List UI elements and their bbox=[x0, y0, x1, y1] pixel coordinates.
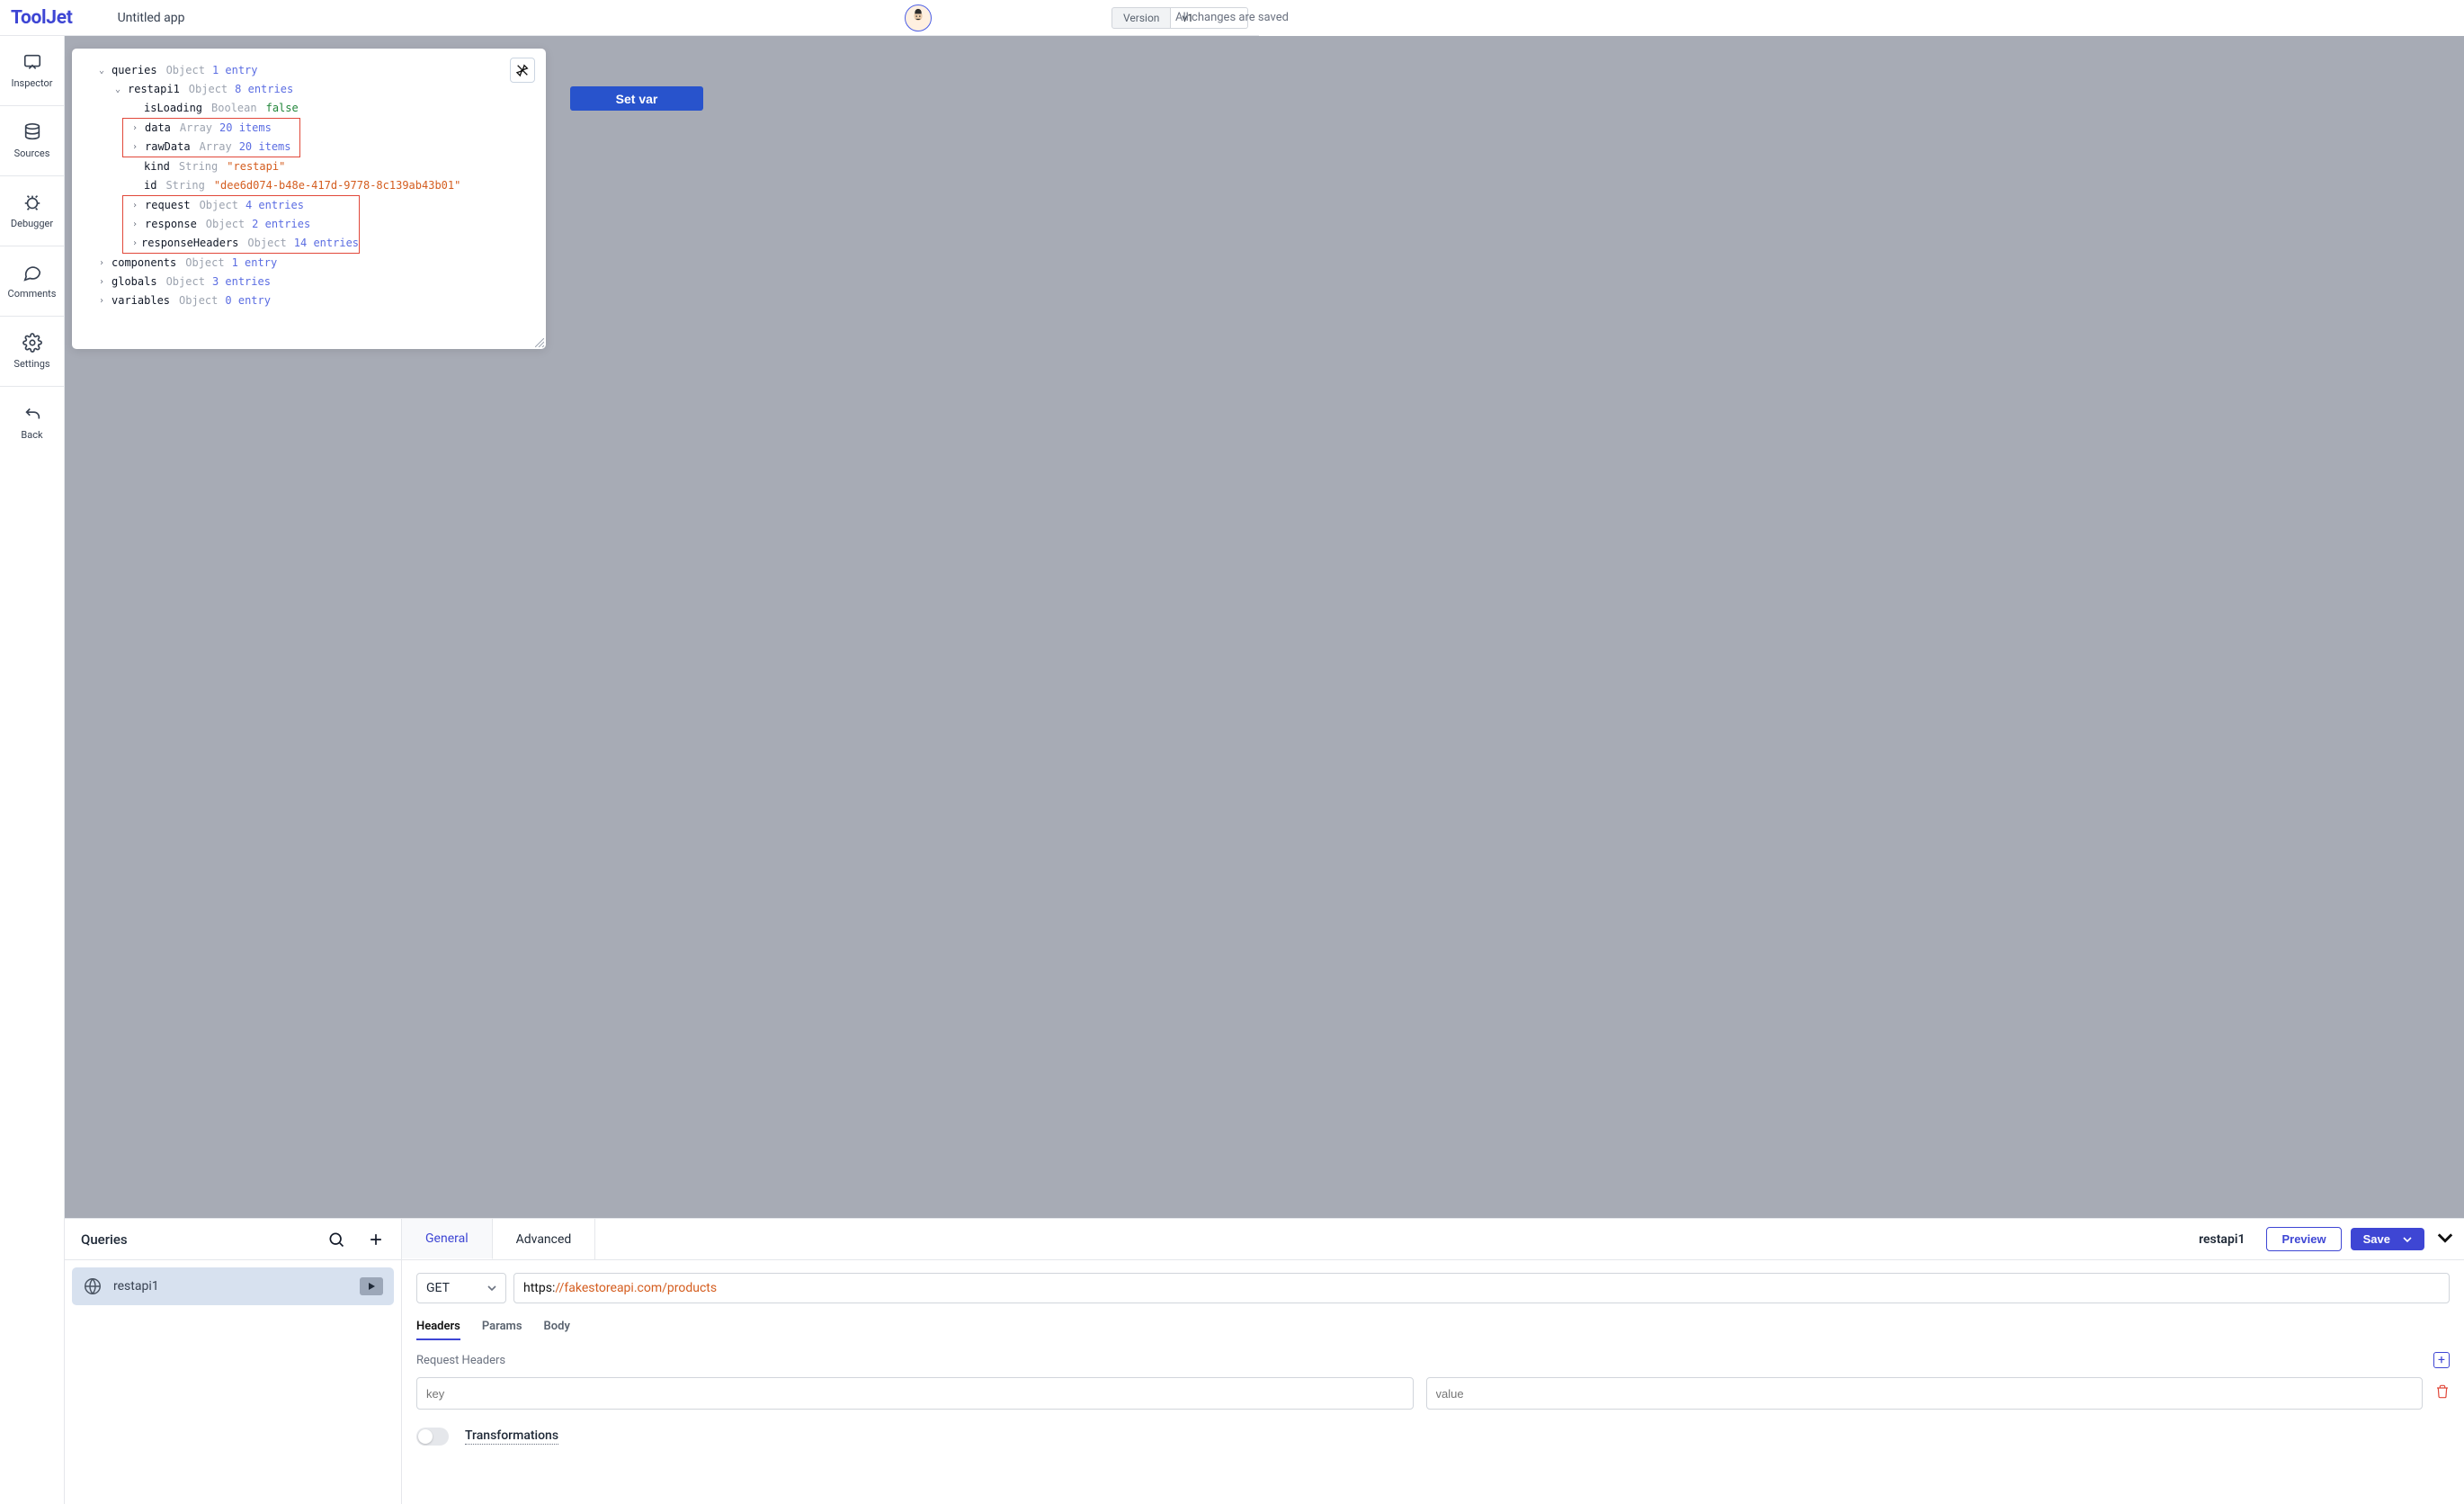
query-editor-tabs: General Advanced restapi1 Preview Save bbox=[402, 1219, 2464, 1260]
unpin-button[interactable] bbox=[510, 58, 535, 83]
url-rest: //fakestoreapi.com/products bbox=[555, 1281, 717, 1295]
delete-header-button[interactable] bbox=[2435, 1384, 2450, 1402]
request-headers-label: Request Headers bbox=[416, 1354, 505, 1367]
rail-comments[interactable]: Comments bbox=[0, 246, 64, 317]
request-subtabs: Headers Params Body bbox=[416, 1320, 2450, 1341]
add-header-button[interactable]: + bbox=[2433, 1352, 2450, 1368]
canvas[interactable]: Set var ⌄ queries Object 1 entry ⌄ resta… bbox=[65, 36, 2464, 1504]
logo: ToolJet bbox=[11, 7, 73, 29]
save-button[interactable]: Save bbox=[2351, 1228, 2424, 1250]
tab-advanced[interactable]: Advanced bbox=[493, 1219, 596, 1259]
tree-restapi1[interactable]: ⌄ restapi1 Object 8 entries bbox=[83, 80, 535, 99]
tree-responseheaders[interactable]: › responseHeaders Object 14 entries bbox=[123, 234, 359, 253]
query-name[interactable]: restapi1 bbox=[2199, 1232, 2245, 1247]
http-method-select[interactable]: GET bbox=[416, 1273, 506, 1303]
query-item-name: restapi1 bbox=[113, 1279, 159, 1294]
caret-down-icon[interactable]: ⌄ bbox=[99, 61, 108, 80]
tree-variables[interactable]: › variables Object 0 entry bbox=[83, 291, 535, 310]
header-key-input[interactable] bbox=[416, 1377, 1414, 1410]
inspector-icon bbox=[22, 52, 42, 72]
caret-down-icon[interactable]: ⌄ bbox=[115, 80, 124, 99]
tree-id[interactable]: id String "dee6d074-b48e-417d-9778-8c139… bbox=[83, 176, 535, 195]
caret-right-icon[interactable]: › bbox=[132, 138, 141, 157]
tree-kind[interactable]: kind String "restapi" bbox=[83, 157, 535, 176]
set-var-button[interactable]: Set var bbox=[570, 86, 703, 111]
app-header: ToolJet Untitled app All changes are sav… bbox=[0, 0, 1259, 36]
queries-panel: Queries restapi1 General Advanced bbox=[65, 1218, 2464, 1504]
rail-inspector[interactable]: Inspector bbox=[0, 36, 64, 106]
caret-right-icon[interactable]: › bbox=[132, 234, 138, 253]
chevron-down-icon bbox=[2437, 1230, 2453, 1246]
highlight-req: › request Object 4 entries › response Ob… bbox=[122, 195, 360, 254]
rail-comments-label: Comments bbox=[8, 288, 57, 300]
left-rail: Inspector Sources Debugger Comments Sett… bbox=[0, 36, 65, 1504]
header-value-input[interactable] bbox=[1426, 1377, 2424, 1410]
queries-sidebar: Queries restapi1 bbox=[65, 1219, 402, 1504]
caret-right-icon[interactable]: › bbox=[99, 273, 108, 291]
rail-inspector-label: Inspector bbox=[11, 77, 52, 89]
caret-right-icon[interactable]: › bbox=[99, 291, 108, 310]
header-kv-row bbox=[416, 1377, 2450, 1410]
caret-right-icon[interactable]: › bbox=[132, 119, 141, 138]
subtab-body[interactable]: Body bbox=[544, 1320, 570, 1340]
gear-icon bbox=[22, 333, 42, 353]
rail-debugger-label: Debugger bbox=[11, 218, 53, 229]
save-status: All changes are saved bbox=[1175, 11, 1289, 24]
tree-isloading[interactable]: isLoading Boolean false bbox=[83, 99, 535, 118]
preview-button[interactable]: Preview bbox=[2266, 1227, 2341, 1251]
tree-data[interactable]: › data Array 20 items bbox=[123, 119, 299, 138]
rail-sources-label: Sources bbox=[14, 148, 50, 159]
play-icon bbox=[367, 1282, 376, 1291]
tree-queries[interactable]: ⌄ queries Object 1 entry bbox=[83, 61, 535, 80]
url-proto: https: bbox=[523, 1281, 555, 1295]
chevron-down-icon bbox=[487, 1284, 496, 1293]
trash-icon bbox=[2435, 1384, 2450, 1399]
tree-globals[interactable]: › globals Object 3 entries bbox=[83, 273, 535, 291]
tree-request[interactable]: › request Object 4 entries bbox=[123, 196, 359, 215]
inspector-tree: ⌄ queries Object 1 entry ⌄ restapi1 Obje… bbox=[83, 61, 535, 310]
subtab-params[interactable]: Params bbox=[482, 1320, 522, 1340]
rail-sources[interactable]: Sources bbox=[0, 106, 64, 176]
caret-right-icon[interactable]: › bbox=[99, 254, 108, 273]
resize-handle-icon[interactable] bbox=[535, 338, 544, 347]
tab-general[interactable]: General bbox=[402, 1219, 493, 1259]
tree-components[interactable]: › components Object 1 entry bbox=[83, 254, 535, 273]
rail-debugger[interactable]: Debugger bbox=[0, 176, 64, 246]
query-item-restapi1[interactable]: restapi1 bbox=[72, 1267, 394, 1305]
queries-title: Queries bbox=[81, 1231, 128, 1248]
save-button-label: Save bbox=[2363, 1232, 2390, 1246]
tree-rawdata[interactable]: › rawData Array 20 items bbox=[123, 138, 299, 157]
collapse-panel-button[interactable] bbox=[2437, 1230, 2453, 1249]
rail-back[interactable]: Back bbox=[0, 387, 64, 457]
back-icon bbox=[22, 404, 42, 424]
caret-right-icon[interactable]: › bbox=[132, 215, 141, 234]
query-editor: General Advanced restapi1 Preview Save G… bbox=[402, 1219, 2464, 1504]
highlight-data: › data Array 20 items › rawData Array 20… bbox=[122, 118, 300, 157]
url-input[interactable]: https://fakestoreapi.com/products bbox=[513, 1273, 2450, 1303]
comment-icon bbox=[22, 263, 42, 282]
unpin-icon bbox=[515, 63, 530, 77]
bug-icon bbox=[22, 192, 42, 212]
chevron-down-icon bbox=[2403, 1235, 2412, 1244]
transformations-label: Transformations bbox=[465, 1428, 558, 1445]
tree-response[interactable]: › response Object 2 entries bbox=[123, 215, 359, 234]
avatar[interactable] bbox=[905, 4, 932, 31]
app-title[interactable]: Untitled app bbox=[118, 11, 185, 25]
database-icon bbox=[22, 122, 42, 142]
inspector-panel: ⌄ queries Object 1 entry ⌄ restapi1 Obje… bbox=[72, 49, 546, 349]
avatar-face-icon bbox=[908, 8, 928, 28]
version-label: Version bbox=[1111, 7, 1171, 29]
subtab-headers[interactable]: Headers bbox=[416, 1320, 460, 1340]
search-icon[interactable] bbox=[327, 1231, 345, 1249]
caret-right-icon[interactable]: › bbox=[132, 196, 141, 215]
restapi-icon bbox=[83, 1276, 103, 1296]
rail-settings-label: Settings bbox=[13, 358, 49, 370]
run-query-button[interactable] bbox=[360, 1277, 383, 1295]
http-method-value: GET bbox=[426, 1281, 450, 1295]
rail-back-label: Back bbox=[21, 429, 42, 441]
add-query-icon[interactable] bbox=[367, 1231, 385, 1249]
transformations-toggle[interactable] bbox=[416, 1428, 449, 1446]
rail-settings[interactable]: Settings bbox=[0, 317, 64, 387]
